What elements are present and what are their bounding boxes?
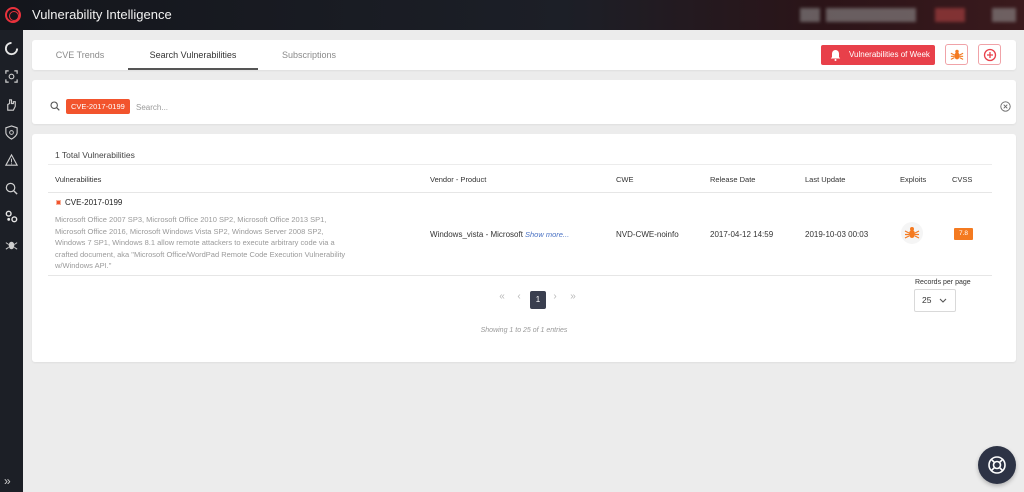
sidebar-settings-icon[interactable] (4, 209, 19, 224)
show-more-link[interactable]: Show more... (525, 230, 569, 239)
app-title: Vulnerability Intelligence (32, 7, 172, 22)
column-header-vulnerabilities: Vulnerabilities (55, 175, 102, 184)
redacted-menu (992, 8, 1016, 22)
column-header-cvss: CVSS (952, 175, 973, 184)
cwe-value: NVD-CWE-noinfo (616, 230, 679, 239)
results-panel: 1 Total Vulnerabilities Vulnerabilities … (32, 134, 1016, 362)
vulnerabilities-of-week-label: Vulnerabilities of Week (849, 50, 930, 59)
search-bar: CVE-2017-0199 (32, 80, 1016, 124)
tabs-bar: CVE Trends Search Vulnerabilities Subscr… (32, 40, 1016, 70)
add-subscription-button[interactable] (978, 44, 1001, 65)
sidebar-bug-icon[interactable] (4, 237, 19, 252)
total-count: 1 Total Vulnerabilities (55, 150, 135, 160)
records-per-page-select[interactable]: 25 (914, 289, 956, 312)
column-header-cwe: CWE (616, 175, 634, 184)
tab-subscriptions[interactable]: Subscriptions (258, 40, 360, 70)
divider (48, 164, 992, 165)
help-icon (988, 456, 1006, 474)
vendor-product: Windows_vista - Microsoft (430, 230, 523, 239)
chevron-down-icon (939, 298, 947, 303)
sidebar-search-icon[interactable] (4, 181, 19, 196)
first-page-icon[interactable]: « (495, 291, 509, 302)
redacted-user (826, 8, 916, 22)
bug-icon (904, 227, 920, 239)
redacted-badge (935, 8, 965, 22)
cve-description: Microsoft Office 2007 SP3, Microsoft Off… (55, 215, 346, 270)
next-page-icon[interactable]: › (548, 291, 562, 302)
top-bar: Vulnerability Intelligence (0, 0, 1024, 30)
sidebar-dashboard-icon[interactable] (4, 41, 19, 56)
plus-circle-icon (983, 48, 997, 62)
redacted-avatar (800, 8, 820, 22)
sidebar-scan-icon[interactable] (4, 69, 19, 84)
exploit-bug-icon[interactable] (901, 222, 923, 244)
sidebar-hand-icon[interactable] (4, 97, 19, 112)
last-page-icon[interactable]: » (566, 291, 580, 302)
column-header-exploits: Exploits (900, 175, 927, 184)
column-header-release-date: Release Date (710, 175, 756, 184)
search-icon (50, 101, 60, 111)
column-header-last-update: Last Update (805, 175, 846, 184)
bell-icon (830, 50, 841, 61)
page-button-current[interactable]: 1 (530, 291, 546, 309)
cve-id-link[interactable]: CVE-2017-0199 (65, 198, 122, 207)
tab-cve-trends[interactable]: CVE Trends (32, 40, 128, 70)
sidebar: » (0, 30, 23, 492)
bug-icon (950, 49, 964, 60)
column-header-vendor-product: Vendor - Product (430, 175, 487, 184)
records-per-page-label: Records per page (915, 279, 971, 286)
clear-icon[interactable] (1000, 101, 1011, 112)
severity-dot (56, 200, 61, 205)
exploit-filter-button[interactable] (945, 44, 968, 65)
release-date: 2017-04-12 14:59 (710, 230, 774, 239)
divider (48, 192, 992, 193)
vulnerabilities-of-week-button[interactable]: Vulnerabilities of Week (821, 45, 935, 65)
logo-icon[interactable] (5, 7, 21, 23)
pagination-info: Showing 1 to 25 of 1 entries (480, 327, 568, 334)
records-per-page-value: 25 (922, 295, 932, 305)
last-update: 2019-10-03 00:03 (805, 230, 869, 239)
search-input[interactable] (136, 99, 836, 115)
search-filter-chip[interactable]: CVE-2017-0199 (66, 99, 130, 114)
sidebar-alert-icon[interactable] (4, 153, 19, 168)
help-button[interactable] (978, 446, 1016, 484)
divider (48, 275, 992, 276)
prev-page-icon[interactable]: ‹ (512, 291, 526, 302)
tab-search-vulnerabilities[interactable]: Search Vulnerabilities (128, 40, 258, 70)
sidebar-shield-icon[interactable] (4, 125, 19, 140)
expand-icon[interactable]: » (4, 474, 11, 488)
cvss-badge: 7.8 (954, 228, 973, 240)
